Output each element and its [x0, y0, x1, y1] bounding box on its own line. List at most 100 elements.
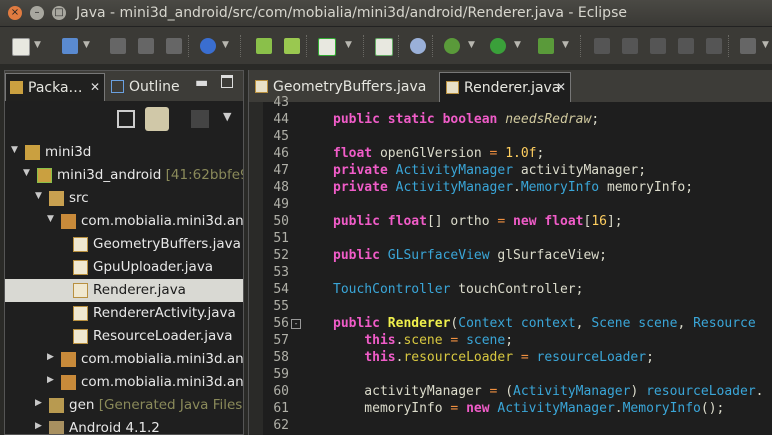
external-tools-icon[interactable] — [538, 38, 554, 54]
tree-item-label: mini3d — [45, 144, 92, 160]
android-download-icon[interactable] — [256, 38, 272, 54]
collapsed-arrow-icon[interactable]: ▶ — [35, 421, 42, 431]
tree-item-label: com.mobialia.mini3d.an — [81, 213, 244, 229]
close-icon[interactable]: ✕ — [90, 80, 100, 94]
new-project-dropdown-icon[interactable]: ▼ — [83, 40, 90, 50]
line-number: 44 — [273, 112, 289, 127]
expanded-arrow-icon[interactable]: ▼ — [11, 145, 18, 155]
tree-item-label: GpuUploader.java — [93, 259, 214, 275]
debug-icon[interactable] — [444, 38, 460, 54]
line-number: 54 — [273, 282, 289, 297]
view-menu-icon[interactable]: ▼ — [223, 110, 241, 128]
tree-item[interactable]: ▼ src — [5, 187, 243, 210]
open-perspective-icon[interactable] — [650, 38, 666, 54]
window-title-bar: × – □ Java - mini3d_android/src/com/mobi… — [0, 0, 772, 27]
collapse-all-icon[interactable] — [117, 110, 135, 128]
minimize-view-icon[interactable]: ▬ — [195, 75, 209, 91]
tab-outline[interactable]: Outline — [107, 73, 180, 101]
tree-item[interactable]: ResourceLoader.java — [5, 325, 243, 348]
window-maximize-button[interactable]: □ — [52, 6, 66, 20]
open-task-icon[interactable] — [594, 38, 610, 54]
new-file-icon[interactable] — [12, 38, 30, 56]
tree-item[interactable]: RendererActivity.java — [5, 302, 243, 325]
line-number: 61 — [273, 401, 289, 416]
toolbar-separator — [398, 35, 401, 57]
java-file-icon — [73, 237, 88, 252]
run-dropdown-icon[interactable]: ▼ — [514, 40, 521, 50]
tree-item[interactable]: ▶ com.mobialia.mini3d.an — [5, 348, 244, 371]
run-icon[interactable] — [490, 38, 506, 54]
link-with-editor-icon[interactable] — [145, 107, 169, 131]
collapsed-arrow-icon[interactable]: ▶ — [47, 352, 54, 362]
expanded-arrow-icon[interactable]: ▼ — [35, 191, 42, 201]
window-close-button[interactable]: × — [8, 6, 22, 20]
tree-item[interactable]: GeometryBuffers.java — [5, 233, 243, 256]
tree-item-label: ResourceLoader.java — [93, 328, 233, 344]
code-text: activityManager = (ActivityManager) reso… — [333, 384, 764, 399]
search-file-icon[interactable] — [622, 38, 638, 54]
tab-package-explorer[interactable]: Packa… ✕ — [5, 73, 105, 101]
line-number: 48 — [273, 180, 289, 195]
skip-breakpoints-icon[interactable] — [410, 38, 426, 54]
tree-item[interactable]: ▼ mini3d_android [41:62bbfe9 — [5, 164, 243, 187]
generated-folder-icon — [49, 398, 64, 413]
tree-item[interactable]: ▶ com.mobialia.mini3d.an — [5, 371, 244, 394]
tree-item[interactable]: ▶ gen [Generated Java Files] — [5, 394, 244, 417]
tree-item[interactable]: ▼ com.mobialia.mini3d.an — [5, 210, 244, 233]
tree-item-label: com.mobialia.mini3d.an — [81, 351, 244, 367]
open-type-icon[interactable] — [375, 38, 393, 56]
line-number: 49 — [273, 197, 289, 212]
save-icon[interactable] — [110, 38, 126, 54]
line-number: 59 — [273, 367, 289, 382]
code-line: 53 — [249, 265, 772, 282]
package-icon — [61, 214, 76, 229]
line-number: 56 — [273, 316, 289, 331]
expanded-arrow-icon[interactable]: ▼ — [47, 214, 54, 224]
java-file-icon — [73, 329, 88, 344]
line-number: 51 — [273, 231, 289, 246]
new-dropdown-arrow-icon[interactable]: ▼ — [34, 40, 41, 50]
android-sdk-icon[interactable] — [200, 38, 216, 54]
pen-icon[interactable] — [706, 38, 722, 54]
focus-task-icon[interactable] — [191, 110, 209, 128]
code-line: 47 private ActivityManager activityManage… — [249, 163, 772, 180]
toolbar-separator — [728, 35, 731, 57]
tree-item[interactable]: ▼ mini3d — [5, 141, 243, 164]
tree-item-label: gen [Generated Java Files] — [69, 397, 244, 413]
tree-item[interactable]: GpuUploader.java — [5, 256, 243, 279]
tree-item[interactable]: Renderer.java — [5, 279, 243, 302]
tab-label: Packa… — [28, 80, 83, 96]
tab-label: Renderer.java — [464, 80, 561, 96]
android-avd-icon[interactable] — [284, 38, 300, 54]
java-file-icon — [73, 283, 88, 298]
collapsed-arrow-icon[interactable]: ▶ — [35, 398, 42, 408]
fold-collapse-icon[interactable]: - — [291, 319, 301, 329]
window-minimize-button[interactable]: – — [30, 6, 44, 20]
save-all-icon[interactable] — [138, 38, 154, 54]
code-line: 59 — [249, 367, 772, 384]
code-text: memoryInfo = new ActivityManager.MemoryI… — [333, 401, 725, 416]
collapsed-arrow-icon[interactable]: ▶ — [47, 375, 54, 385]
toolbar-separator — [363, 35, 366, 57]
print-icon[interactable] — [166, 38, 182, 54]
debug-dropdown-icon[interactable]: ▼ — [468, 40, 475, 50]
toggle-mark-icon[interactable] — [678, 38, 694, 54]
line-number: 47 — [273, 163, 289, 178]
library-icon — [49, 421, 64, 434]
sdk-dropdown-icon[interactable]: ▼ — [222, 40, 229, 50]
code-line: 60 activityManager = (ActivityManager) r… — [249, 384, 772, 401]
tree-item-label: com.mobialia.mini3d.an — [81, 374, 244, 390]
tree-item[interactable]: ▶ Android 4.1.2 — [5, 417, 243, 434]
code-area[interactable]: 43 44 public static boolean needsRedraw; 45… — [249, 95, 772, 435]
maximize-view-icon[interactable] — [221, 75, 233, 88]
external-tools-dropdown-icon[interactable]: ▼ — [562, 40, 569, 50]
expanded-arrow-icon[interactable]: ▼ — [23, 168, 30, 178]
new-project-icon[interactable] — [62, 38, 78, 54]
annotation-dropdown-icon[interactable]: ▼ — [762, 40, 769, 50]
tree-item-label: GeometryBuffers.java — [93, 236, 241, 252]
close-icon[interactable]: ✕ — [556, 80, 566, 94]
annotation-icon[interactable] — [740, 38, 756, 54]
code-text: public GLSurfaceView glSurfaceView; — [333, 248, 607, 263]
checklist-icon[interactable] — [318, 38, 336, 56]
checklist-dropdown-icon[interactable]: ▼ — [345, 40, 352, 50]
